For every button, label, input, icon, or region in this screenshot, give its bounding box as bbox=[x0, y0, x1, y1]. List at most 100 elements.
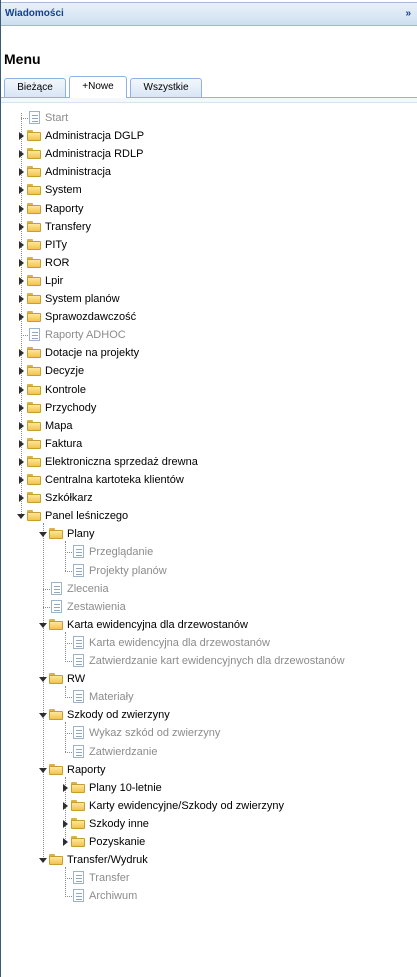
tree-item-faktura[interactable]: Faktura bbox=[1, 435, 417, 454]
expand-arrow-icon[interactable] bbox=[19, 186, 24, 195]
tree-item-zestawienia[interactable]: Zestawienia bbox=[1, 598, 417, 617]
tree-item-ror[interactable]: ROR bbox=[1, 254, 417, 273]
tree-item-pity[interactable]: PITy bbox=[1, 236, 417, 255]
collapse-arrow-icon[interactable] bbox=[39, 677, 47, 683]
tree-item-raporty-adhoc[interactable]: Raporty ADHOC bbox=[1, 326, 417, 345]
expand-arrow-icon[interactable] bbox=[19, 494, 24, 503]
expand-arrow-icon[interactable] bbox=[19, 367, 24, 376]
tree-connector bbox=[65, 552, 72, 554]
tree-item-karta-ewidencyjna-dla-drzewostanow[interactable]: Karta ewidencyjna dla drzewostanów bbox=[1, 616, 417, 635]
collapse-arrow-icon[interactable] bbox=[39, 767, 47, 773]
expand-arrow-icon[interactable] bbox=[19, 168, 24, 177]
expand-arrow-icon[interactable] bbox=[63, 838, 68, 846]
expand-arrow-icon[interactable] bbox=[19, 204, 24, 213]
expand-arrow-icon[interactable] bbox=[19, 276, 24, 285]
expand-arrow-icon[interactable] bbox=[63, 819, 68, 828]
tree-item-zatwierdzanie-kart-ewidencyjnych-dla-drzewostanow[interactable]: Zatwierdzanie kart ewidencyjnych dla drz… bbox=[1, 652, 417, 671]
tree-item-zatwierdzanie[interactable]: Zatwierdzanie bbox=[1, 743, 417, 762]
tree-item-system[interactable]: System bbox=[1, 181, 417, 200]
tree-item-label: Karta ewidencyjna dla drzewostanów bbox=[89, 636, 270, 649]
tree-item-elektroniczna-sprzedaz-drewna[interactable]: Elektroniczna sprzedaż drewna bbox=[1, 453, 417, 472]
folder-icon bbox=[27, 202, 41, 214]
tree-item-rw[interactable]: RW bbox=[1, 670, 417, 689]
tree-item-karta-ewidencyjna-dla-drzewostanow[interactable]: Karta ewidencyjna dla drzewostanów bbox=[1, 634, 417, 653]
tree-item-transfer[interactable]: Transfer bbox=[1, 869, 417, 888]
tree-item-pozyskanie[interactable]: Pozyskanie bbox=[1, 833, 417, 852]
tab-biezace[interactable]: Bieżące bbox=[4, 78, 66, 97]
tree-item-szkolkarz[interactable]: Szkółkarz bbox=[1, 489, 417, 508]
expand-arrow-icon[interactable] bbox=[19, 240, 24, 249]
tree-item-transfer-wydruk[interactable]: Transfer/Wydruk bbox=[1, 851, 417, 870]
tree-item-projekty-planow[interactable]: Projekty planów bbox=[1, 562, 417, 581]
tree-item-administracja-dglp[interactable]: Administracja DGLP bbox=[1, 127, 417, 146]
tree-item-decyzje[interactable]: Decyzje bbox=[1, 362, 417, 381]
expand-arrow-icon[interactable] bbox=[19, 439, 24, 448]
folder-icon bbox=[71, 817, 85, 829]
tree-item-dotacje-na-projekty[interactable]: Dotacje na projekty bbox=[1, 344, 417, 363]
tree-connector bbox=[21, 118, 28, 120]
expand-arrow-icon[interactable] bbox=[19, 349, 24, 358]
expand-arrow-icon[interactable] bbox=[19, 403, 24, 412]
tree-item-label: Zatwierdzanie kart ewidencyjnych dla drz… bbox=[89, 655, 345, 667]
tree-item-label: Administracja DGLP bbox=[45, 130, 145, 143]
collapse-button[interactable]: » bbox=[405, 8, 411, 19]
folder-icon bbox=[27, 256, 41, 268]
tree-item-label: Przychody bbox=[45, 401, 97, 414]
expand-arrow-icon[interactable] bbox=[19, 457, 24, 466]
folder-icon bbox=[27, 383, 41, 395]
tree-item-plany-10-letnie[interactable]: Plany 10-letnie bbox=[1, 779, 417, 798]
document-icon bbox=[73, 889, 84, 903]
tree-item-szkody-od-zwierzyny[interactable]: Szkody od zwierzyny bbox=[1, 706, 417, 725]
folder-icon bbox=[27, 455, 41, 467]
expand-arrow-icon[interactable] bbox=[19, 313, 24, 322]
document-icon bbox=[73, 871, 84, 885]
tree-item-administracja-rdlp[interactable]: Administracja RDLP bbox=[1, 145, 417, 164]
tree-item-mapa[interactable]: Mapa bbox=[1, 417, 417, 436]
folder-icon bbox=[27, 130, 41, 142]
tree-item-sprawozdawczosc[interactable]: Sprawozdawczość bbox=[1, 308, 417, 327]
collapse-arrow-icon[interactable] bbox=[39, 858, 47, 864]
tree-item-raporty[interactable]: Raporty bbox=[1, 200, 417, 219]
expand-arrow-icon[interactable] bbox=[19, 476, 24, 484]
expand-arrow-icon[interactable] bbox=[19, 385, 24, 394]
tree-item-przychody[interactable]: Przychody bbox=[1, 399, 417, 418]
tree-item-wykaz-szkod-od-zwierzyny[interactable]: Wykaz szkód od zwierzyny bbox=[1, 724, 417, 743]
tree-item-raporty[interactable]: Raporty bbox=[1, 761, 417, 780]
tree-item-karty-ewidencyjne-szkody-od-zwierzyny[interactable]: Karty ewidencyjne/Szkody od zwierzyny bbox=[1, 797, 417, 816]
tree-item-zlecenia[interactable]: Zlecenia bbox=[1, 580, 417, 599]
folder-icon bbox=[49, 528, 63, 540]
tree-item-system-planow[interactable]: System planów bbox=[1, 290, 417, 309]
tree-item-label: Karta ewidencyjna dla drzewostanów bbox=[67, 618, 248, 631]
tree-item-plany[interactable]: Plany bbox=[1, 525, 417, 544]
expand-arrow-icon[interactable] bbox=[63, 801, 68, 810]
tree-item-archiwum[interactable]: Archiwum bbox=[1, 887, 417, 906]
tree-item-label: Zlecenia bbox=[67, 582, 109, 595]
folder-icon bbox=[27, 238, 41, 250]
tree-item-lpir[interactable]: Lpir bbox=[1, 272, 417, 291]
expand-arrow-icon[interactable] bbox=[19, 222, 24, 231]
tree-item-administracja[interactable]: Administracja bbox=[1, 163, 417, 182]
tree-connector bbox=[65, 570, 72, 573]
collapse-arrow-icon[interactable] bbox=[39, 622, 47, 628]
tree-item-panel-lesniczego[interactable]: Panel leśniczego bbox=[1, 507, 417, 526]
expand-arrow-icon[interactable] bbox=[19, 295, 24, 303]
tree-item-kontrole[interactable]: Kontrole bbox=[1, 381, 417, 400]
tree-item-przegladanie[interactable]: Przeglądanie bbox=[1, 543, 417, 562]
tree-item-transfery[interactable]: Transfery bbox=[1, 218, 417, 237]
tree-item-centralna-kartoteka-klientow[interactable]: Centralna kartoteka klientów bbox=[1, 471, 417, 490]
tab-wszystkie[interactable]: Wszystkie bbox=[130, 78, 202, 97]
tree-item-szkody-inne[interactable]: Szkody inne bbox=[1, 815, 417, 834]
tree-connector bbox=[21, 335, 28, 337]
collapse-arrow-icon[interactable] bbox=[39, 532, 47, 538]
expand-arrow-icon[interactable] bbox=[19, 150, 24, 159]
expand-arrow-icon[interactable] bbox=[19, 132, 24, 141]
collapse-arrow-icon[interactable] bbox=[39, 713, 47, 719]
tab-nowe[interactable]: +Nowe bbox=[69, 76, 127, 98]
tree-connector bbox=[65, 697, 72, 699]
expand-arrow-icon[interactable] bbox=[19, 258, 24, 267]
expand-arrow-icon[interactable] bbox=[63, 783, 68, 792]
collapse-arrow-icon[interactable] bbox=[17, 514, 25, 520]
expand-arrow-icon[interactable] bbox=[19, 421, 24, 430]
tree-item-materialy[interactable]: Materiały bbox=[1, 688, 417, 707]
tree-item-start[interactable]: Start bbox=[1, 109, 417, 128]
